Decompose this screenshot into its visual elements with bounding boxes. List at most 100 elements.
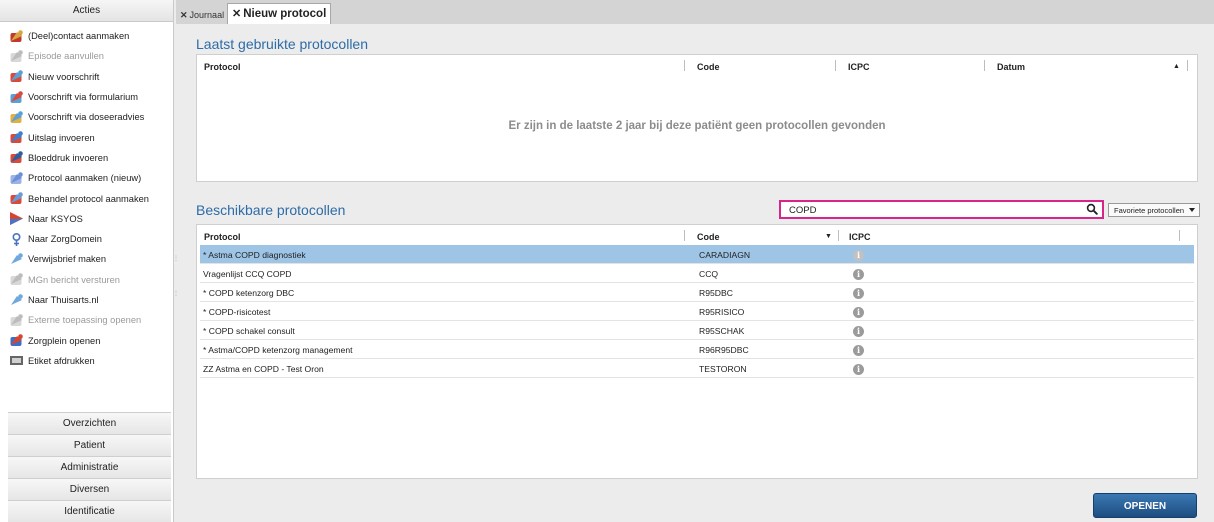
table-header: Protocol Code ▼ ICPC — [197, 225, 1197, 247]
sidebar-item[interactable]: Naar Thuisarts.nl — [0, 290, 173, 310]
info-icon[interactable]: i — [853, 307, 864, 318]
prescription-icon — [9, 69, 24, 84]
tab-journaal[interactable]: ✕ Journaal — [180, 6, 224, 24]
protocol-code: R95SCHAK — [699, 326, 745, 336]
info-icon[interactable]: i — [853, 326, 864, 337]
sidebar-item-label: Uitslag invoeren — [28, 132, 95, 143]
protocol-search[interactable] — [779, 200, 1104, 219]
protocol-name: * COPD schakel consult — [203, 326, 295, 336]
table-row[interactable]: * Astma/COPD ketenzorg management R96R95D… — [200, 340, 1194, 359]
thuisarts-icon — [9, 293, 24, 308]
contact-icon — [9, 29, 24, 44]
sidebar-item[interactable]: Voorschrift via doseeradvies — [0, 107, 173, 127]
open-button[interactable]: OPENEN — [1093, 493, 1197, 518]
column-header-protocol[interactable]: Protocol — [204, 232, 241, 242]
protocol-name: * Astma/COPD ketenzorg management — [203, 345, 353, 355]
info-icon[interactable]: i — [853, 269, 864, 280]
info-icon[interactable]: i — [853, 345, 864, 356]
search-icon[interactable] — [1086, 203, 1098, 215]
info-icon[interactable]: i — [853, 288, 864, 299]
protocol-code: R96R95DBC — [699, 345, 749, 355]
info-icon[interactable]: i — [853, 364, 864, 375]
column-separator[interactable] — [1179, 230, 1180, 241]
info-icon[interactable]: i — [853, 250, 864, 261]
tab-bar: ✕ Journaal ✕ Nieuw protocol — [176, 0, 1214, 24]
favorites-dropdown[interactable]: Favoriete protocollen — [1108, 203, 1200, 217]
sidebar-item[interactable]: Naar KSYOS — [0, 209, 173, 229]
column-header-code[interactable]: Code — [697, 232, 720, 242]
table-row[interactable]: Vragenlijst CCQ COPD CCQ i — [200, 264, 1194, 283]
available-protocols-title: Beschikbare protocollen — [196, 202, 346, 218]
sidebar-item-label: Zorgplein openen — [28, 335, 101, 346]
table-row[interactable]: ZZ Astma en COPD - Test Oron TESTORON i — [200, 359, 1194, 378]
column-separator[interactable] — [835, 60, 836, 71]
splitter-handle[interactable]: ⋮ — [173, 290, 179, 297]
sidebar-item[interactable]: Zorgplein openen — [0, 330, 173, 350]
search-input[interactable] — [789, 204, 1069, 216]
column-separator[interactable] — [684, 60, 685, 71]
sidebar-item[interactable]: Voorschrift via formularium — [0, 87, 173, 107]
splitter-handle[interactable]: ⋮ — [173, 255, 179, 262]
sidebar-category[interactable]: Identificatie — [8, 500, 171, 522]
sidebar-category[interactable]: Patient — [8, 434, 171, 456]
empty-message: Er zijn in de laatste 2 jaar bij deze pa… — [508, 120, 886, 132]
sidebar-item-label: (Deel)contact aanmaken — [28, 31, 130, 42]
column-separator[interactable] — [838, 230, 839, 241]
zorgdomein-icon — [9, 232, 24, 247]
sidebar-item[interactable]: Verwijsbrief maken — [0, 249, 173, 269]
sidebar-item[interactable]: Behandel protocol aanmaken — [0, 188, 173, 208]
sidebar-item[interactable]: Naar ZorgDomein — [0, 229, 173, 249]
protocol-name: ZZ Astma en COPD - Test Oron — [203, 364, 324, 374]
sidebar-item-label: MGn bericht versturen — [28, 274, 120, 285]
sidebar-item[interactable]: Etiket afdrukken — [0, 351, 173, 371]
sidebar-category[interactable]: Overzichten — [8, 412, 171, 434]
column-header-icpc[interactable]: ICPC — [848, 62, 870, 72]
table-row[interactable]: * COPD schakel consult R95SCHAK i — [200, 321, 1194, 340]
sidebar-item-label: Voorschrift via formularium — [28, 92, 139, 103]
sidebar-item[interactable]: Externe toepassing openen — [0, 310, 173, 330]
sidebar-item[interactable]: Episode aanvullen — [0, 46, 173, 66]
column-header-icpc[interactable]: ICPC — [849, 232, 871, 242]
sidebar-item[interactable]: Protocol aanmaken (nieuw) — [0, 168, 173, 188]
sidebar-item[interactable]: (Deel)contact aanmaken — [0, 26, 173, 46]
column-separator[interactable] — [684, 230, 685, 241]
sidebar-item-label: Behandel protocol aanmaken — [28, 193, 149, 204]
sidebar-item[interactable]: Bloeddruk invoeren — [0, 148, 173, 168]
sidebar-item-label: Protocol aanmaken (nieuw) — [28, 173, 142, 184]
column-separator[interactable] — [1187, 60, 1188, 71]
column-header-code[interactable]: Code — [697, 62, 720, 72]
sidebar-item[interactable]: Nieuw voorschrift — [0, 67, 173, 87]
sidebar-title[interactable]: Acties — [0, 0, 173, 22]
table-row[interactable]: * Astma COPD diagnostiek CARADIAGN i — [200, 245, 1194, 264]
sidebar-item[interactable]: MGn bericht versturen — [0, 270, 173, 290]
sidebar-categories: Overzichten Patient Administratie Diversen I… — [8, 412, 171, 522]
close-icon[interactable]: ✕ — [180, 10, 188, 20]
dropdown-value: Favoriete protocollen — [1114, 206, 1185, 215]
sidebar-item-label: Voorschrift via doseeradvies — [28, 112, 145, 123]
tab-label: Nieuw protocol — [243, 8, 327, 20]
column-header-datum[interactable]: Datum — [997, 62, 1025, 72]
ksyos-icon — [9, 211, 24, 226]
external-app-icon — [9, 313, 24, 328]
label-print-icon — [9, 353, 24, 368]
close-icon[interactable]: ✕ — [232, 8, 241, 20]
sidebar-item-label: Etiket afdrukken — [28, 355, 95, 366]
sort-descending-icon[interactable]: ▼ — [825, 233, 832, 240]
column-separator[interactable] — [984, 60, 985, 71]
available-protocols-table: Protocol Code ▼ ICPC * Astma COPD diagno… — [196, 224, 1198, 479]
sidebar-category[interactable]: Administratie — [8, 456, 171, 478]
sidebar-item-label: Bloeddruk invoeren — [28, 152, 109, 163]
tab-nieuw-protocol[interactable]: ✕ Nieuw protocol — [227, 3, 332, 24]
table-row[interactable]: * COPD-risicotest R95RISICO i — [200, 302, 1194, 321]
sidebar-category[interactable]: Diversen — [8, 478, 171, 500]
sort-ascending-icon[interactable]: ▲ — [1173, 63, 1180, 70]
actions-sidebar: Acties (Deel)contact aanmaken Episode aan… — [0, 0, 174, 522]
sidebar-item[interactable]: Uitslag invoeren — [0, 127, 173, 147]
treatment-protocol-icon — [9, 191, 24, 206]
tab-label: Journaal — [189, 10, 225, 20]
column-header-protocol[interactable]: Protocol — [204, 62, 241, 72]
table-row[interactable]: * COPD ketenzorg DBC R95DBC i — [200, 283, 1194, 302]
message-icon — [9, 272, 24, 287]
table-header: Protocol Code ICPC Datum ▲ — [197, 55, 1197, 77]
recent-protocols-title: Laatst gebruikte protocollen — [196, 36, 368, 52]
